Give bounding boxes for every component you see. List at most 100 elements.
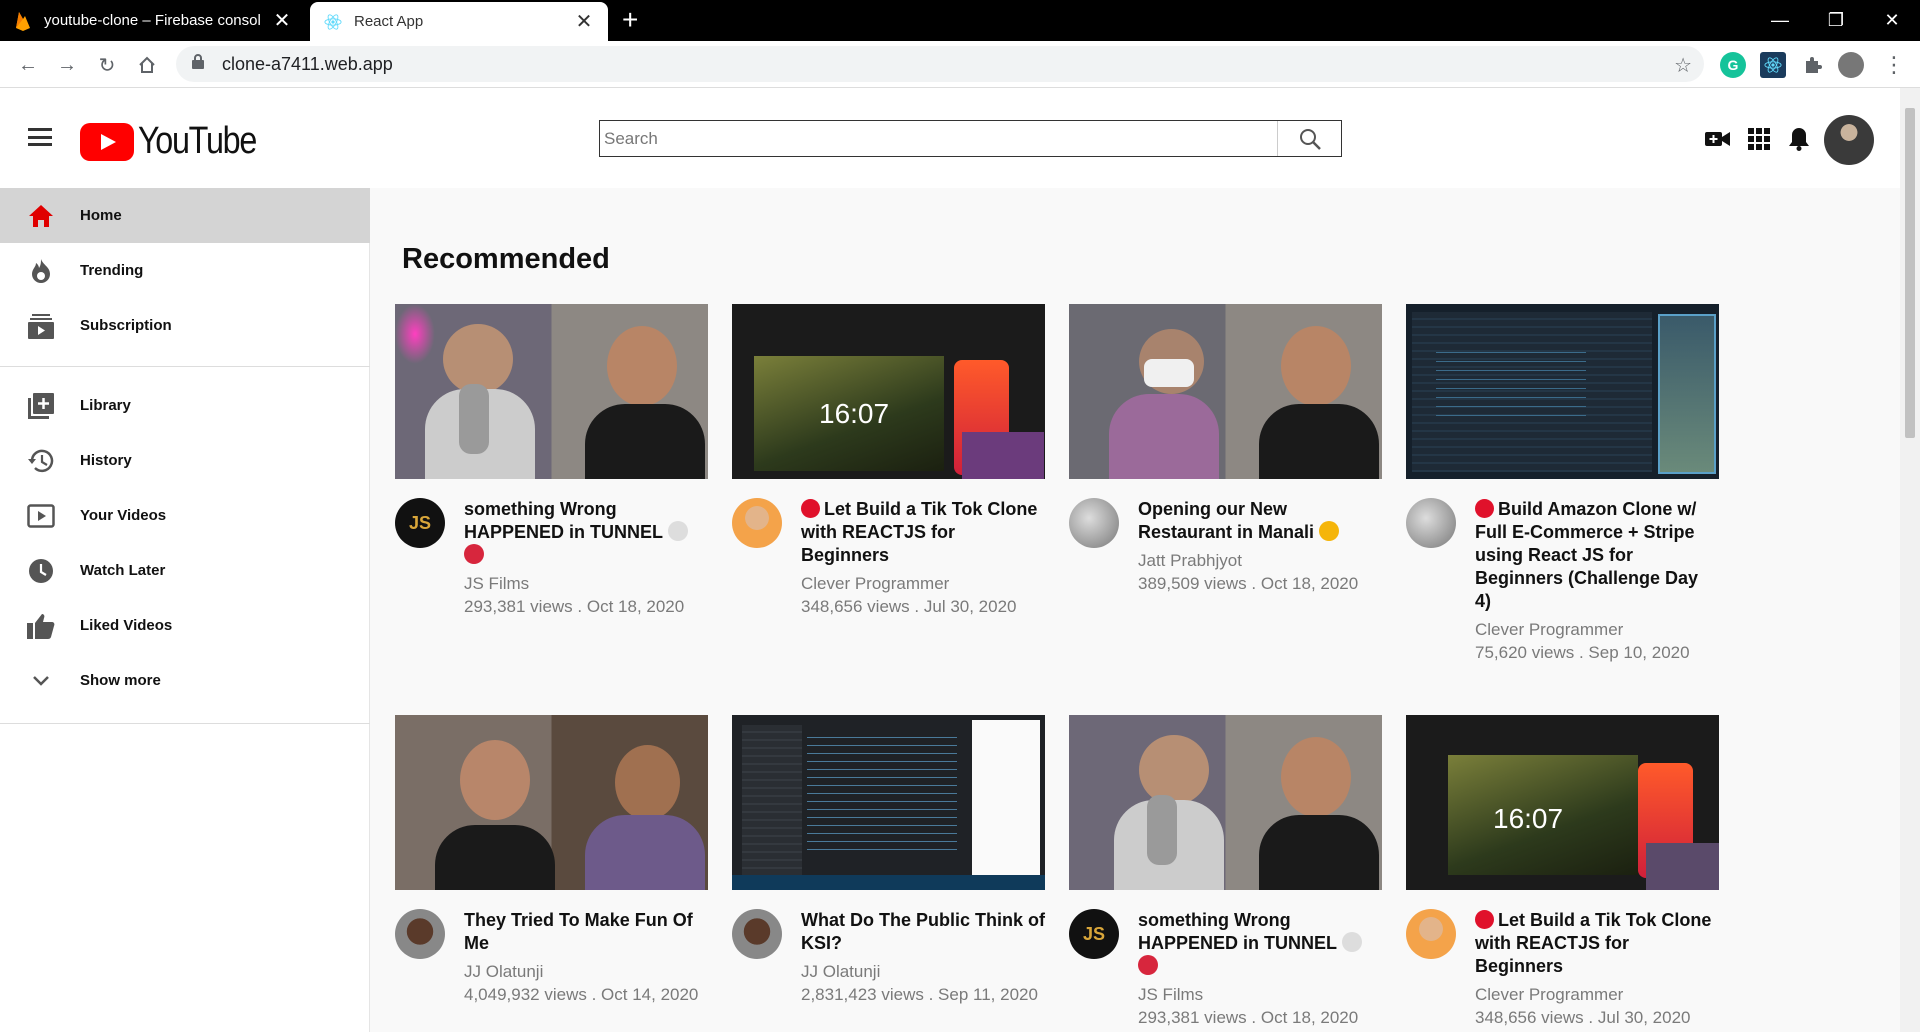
video-card[interactable]: 16:07 Let Build a Tik Tok Clone with REA… xyxy=(1406,715,1719,1029)
youtube-app: YouTube Home Tre xyxy=(0,88,1900,1032)
sidebar-item-watch-later[interactable]: Watch Later xyxy=(0,543,370,598)
video-card[interactable]: JS something Wrong HAPPENED in TUNNEL JS… xyxy=(395,304,708,618)
video-thumbnail[interactable]: 16:07 xyxy=(1406,715,1719,890)
emoji-icon xyxy=(464,544,484,564)
library-icon xyxy=(26,391,56,421)
channel-avatar[interactable]: JS xyxy=(1069,909,1119,959)
video-title[interactable]: Opening our New Restaurant in Manali xyxy=(1138,498,1382,544)
grammarly-icon[interactable]: G xyxy=(1720,52,1746,78)
channel-name[interactable]: Clever Programmer xyxy=(1475,618,1719,641)
channel-avatar[interactable] xyxy=(395,909,445,959)
video-title[interactable]: something Wrong HAPPENED in TUNNEL xyxy=(464,498,708,567)
home-icon xyxy=(26,201,56,231)
sidebar-item-trending[interactable]: Trending xyxy=(0,243,370,298)
watch-later-icon xyxy=(26,556,56,586)
channel-avatar[interactable] xyxy=(1406,498,1456,548)
minimize-icon[interactable]: — xyxy=(1752,0,1808,41)
react-devtools-icon[interactable] xyxy=(1760,52,1786,78)
video-title[interactable]: What Do The Public Think of KSI? xyxy=(801,909,1045,955)
apps-grid-icon[interactable] xyxy=(1746,126,1772,152)
channel-name[interactable]: JJ Olatunji xyxy=(464,960,708,983)
notifications-bell-icon[interactable] xyxy=(1786,126,1812,152)
channel-avatar[interactable] xyxy=(1069,498,1119,548)
youtube-play-icon xyxy=(80,122,134,161)
channel-avatar[interactable] xyxy=(732,498,782,548)
video-title[interactable]: They Tried To Make Fun Of Me xyxy=(464,909,708,955)
browser-tab-firebase[interactable]: youtube-clone – Firebase consol ✕ xyxy=(0,0,306,41)
channel-name[interactable]: JJ Olatunji xyxy=(801,960,1045,983)
video-card[interactable]: JS something Wrong HAPPENED in TUNNEL JS… xyxy=(1069,715,1382,1029)
video-thumbnail[interactable] xyxy=(732,715,1045,890)
scrollbar-thumb[interactable] xyxy=(1905,108,1915,438)
browser-menu-icon[interactable]: ⋮ xyxy=(1880,51,1908,79)
youtube-logo[interactable]: YouTube xyxy=(80,120,277,163)
sidebar-item-liked-videos[interactable]: Liked Videos xyxy=(0,598,370,653)
sidebar-item-your-videos[interactable]: Your Videos xyxy=(0,488,370,543)
thumbnail-clock-text: 16:07 xyxy=(819,398,890,429)
restore-icon[interactable]: ❐ xyxy=(1808,0,1864,41)
browser-tab-react-app[interactable]: React App ✕ xyxy=(310,2,608,41)
channel-name[interactable]: JS Films xyxy=(1138,983,1382,1006)
history-icon xyxy=(26,446,56,476)
profile-avatar-icon[interactable] xyxy=(1838,52,1864,78)
sidebar-item-label: Library xyxy=(80,397,131,414)
search-input[interactable] xyxy=(600,121,1277,156)
channel-avatar[interactable] xyxy=(1406,909,1456,959)
channel-avatar[interactable]: JS xyxy=(395,498,445,548)
channel-logo-text: JS xyxy=(408,512,432,533)
video-thumbnail[interactable] xyxy=(1406,304,1719,479)
window-close-icon[interactable]: ✕ xyxy=(1864,0,1920,41)
sidebar-item-history[interactable]: History xyxy=(0,433,370,488)
browser-tab-bar: youtube-clone – Firebase consol ✕ React … xyxy=(0,0,1920,41)
video-card[interactable]: Opening our New Restaurant in Manali Jat… xyxy=(1069,304,1382,595)
video-title[interactable]: Build Amazon Clone w/ Full E-Commerce + … xyxy=(1475,498,1719,613)
search-button[interactable] xyxy=(1277,121,1341,156)
video-thumbnail[interactable] xyxy=(1069,304,1382,479)
video-camera-icon[interactable] xyxy=(1705,126,1731,152)
forward-icon[interactable]: → xyxy=(53,51,81,79)
video-title[interactable]: something Wrong HAPPENED in TUNNEL xyxy=(1138,909,1382,978)
app-header: YouTube xyxy=(0,88,1900,188)
home-browser-icon[interactable] xyxy=(133,51,161,79)
video-thumbnail[interactable] xyxy=(395,715,708,890)
liked-videos-icon xyxy=(26,611,56,641)
sidebar-item-subscription[interactable]: Subscription xyxy=(0,298,370,353)
close-tab-icon[interactable]: ✕ xyxy=(574,9,594,34)
back-icon[interactable]: ← xyxy=(14,51,42,79)
video-thumbnail[interactable] xyxy=(1069,715,1382,890)
page-scrollbar[interactable] xyxy=(1900,88,1920,1032)
video-meta: Let Build a Tik Tok Clone with REACTJS f… xyxy=(732,498,1045,618)
video-title[interactable]: Let Build a Tik Tok Clone with REACTJS f… xyxy=(1475,909,1719,978)
close-tab-icon[interactable]: ✕ xyxy=(272,8,292,33)
extensions-puzzle-icon[interactable] xyxy=(1800,52,1826,78)
address-bar[interactable]: clone-a7411.web.app ☆ xyxy=(176,46,1704,82)
video-meta: JS something Wrong HAPPENED in TUNNEL JS… xyxy=(1069,909,1382,1029)
new-tab-button[interactable]: + xyxy=(622,6,638,34)
sidebar-item-label: Watch Later xyxy=(80,562,166,579)
video-card[interactable]: They Tried To Make Fun Of Me JJ Olatunji… xyxy=(395,715,708,1006)
video-card[interactable]: Build Amazon Clone w/ Full E-Commerce + … xyxy=(1406,304,1719,664)
sidebar-item-show-more[interactable]: Show more xyxy=(0,653,370,708)
chevron-down-icon xyxy=(26,666,56,696)
video-meta: Build Amazon Clone w/ Full E-Commerce + … xyxy=(1406,498,1719,664)
video-card[interactable]: 16:07 Let Build a Tik Tok Clone with REA… xyxy=(732,304,1045,618)
search-bar xyxy=(599,120,1342,157)
video-card[interactable]: What Do The Public Think of KSI? JJ Olat… xyxy=(732,715,1045,1006)
hamburger-menu-icon[interactable] xyxy=(28,128,52,146)
bookmark-star-icon[interactable]: ☆ xyxy=(1674,53,1692,78)
channel-name[interactable]: Clever Programmer xyxy=(1475,983,1719,1006)
channel-name[interactable]: Jatt Prabhjyot xyxy=(1138,549,1382,572)
sidebar-item-home[interactable]: Home xyxy=(0,188,370,243)
video-thumbnail[interactable]: 16:07 xyxy=(732,304,1045,479)
user-avatar[interactable] xyxy=(1824,115,1874,165)
sidebar-item-library[interactable]: Library xyxy=(0,378,370,433)
video-thumbnail[interactable] xyxy=(395,304,708,479)
video-title[interactable]: Let Build a Tik Tok Clone with REACTJS f… xyxy=(801,498,1045,567)
video-stats: 2,831,423 views . Sep 11, 2020 xyxy=(801,985,1038,1004)
reload-icon[interactable]: ↻ xyxy=(93,51,121,79)
sidebar-divider xyxy=(0,366,370,367)
channel-name[interactable]: JS Films xyxy=(464,572,708,595)
channel-name[interactable]: Clever Programmer xyxy=(801,572,1045,595)
video-stats: 4,049,932 views . Oct 14, 2020 xyxy=(464,985,699,1004)
channel-avatar[interactable] xyxy=(732,909,782,959)
